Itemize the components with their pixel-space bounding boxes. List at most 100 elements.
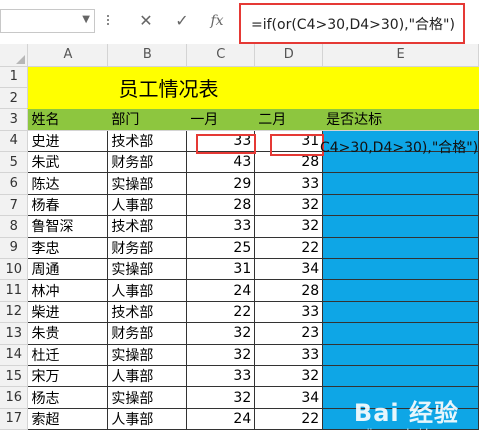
chevron-down-icon[interactable]: ▼: [82, 14, 90, 25]
cell-jan[interactable]: 25: [186, 237, 256, 260]
row-header[interactable]: 2: [0, 87, 29, 110]
cell-result[interactable]: [322, 258, 479, 281]
cell-dept[interactable]: 人事部: [107, 365, 188, 388]
row-header[interactable]: 16: [0, 386, 29, 409]
cell-jan[interactable]: 32: [186, 344, 256, 366]
cell-jan[interactable]: 22: [186, 301, 256, 324]
cell-feb[interactable]: 32: [254, 365, 324, 388]
cell-name[interactable]: 史进: [27, 130, 109, 153]
header-cell-jan[interactable]: 一月: [186, 108, 256, 131]
cell-jan[interactable]: 33: [186, 215, 256, 238]
cell-name[interactable]: 索超: [27, 408, 109, 431]
cell-jan[interactable]: 32: [186, 386, 256, 409]
cell-result[interactable]: [322, 344, 479, 366]
cell-name[interactable]: 宋万: [27, 365, 109, 388]
row-header[interactable]: 15: [0, 365, 29, 388]
row-header[interactable]: 17: [0, 408, 29, 431]
table-row: 12 柴进 技术部 22 33: [0, 301, 479, 324]
cell-name[interactable]: 杜迁: [27, 344, 109, 366]
cell-feb[interactable]: 28: [254, 279, 324, 302]
cell-result[interactable]: [322, 279, 479, 302]
cell-name[interactable]: 杨春: [27, 194, 109, 217]
cell-feb[interactable]: 22: [254, 237, 324, 260]
cell-dept[interactable]: 财务部: [107, 322, 188, 345]
header-cell-dept[interactable]: 部门: [107, 108, 188, 131]
row-header[interactable]: 8: [0, 215, 29, 238]
row-header[interactable]: 12: [0, 301, 29, 324]
cell-name[interactable]: 朱武: [27, 151, 109, 174]
cell-jan[interactable]: 28: [186, 194, 256, 217]
row-header[interactable]: 1: [0, 66, 29, 88]
row-header[interactable]: 14: [0, 344, 29, 366]
cell-dept[interactable]: 技术部: [107, 301, 188, 324]
cell-feb[interactable]: 22: [254, 408, 324, 431]
sheet-title[interactable]: 员工情况表: [27, 66, 479, 110]
cell-dept[interactable]: 实操部: [107, 258, 188, 281]
cell-result[interactable]: [322, 365, 479, 388]
header-cell-name[interactable]: 姓名: [27, 108, 109, 131]
cell-feb[interactable]: 34: [254, 258, 324, 281]
cell-name[interactable]: 周通: [27, 258, 109, 281]
cell-name[interactable]: 杨志: [27, 386, 109, 409]
cell-name[interactable]: 林冲: [27, 279, 109, 302]
column-header-b[interactable]: B: [107, 44, 188, 67]
row-header[interactable]: 4: [0, 130, 29, 153]
cell-name[interactable]: 朱贵: [27, 322, 109, 345]
cell-name[interactable]: 鲁智深: [27, 215, 109, 238]
cell-result[interactable]: [322, 194, 479, 217]
row-header[interactable]: 11: [0, 279, 29, 302]
row-header[interactable]: 9: [0, 237, 29, 260]
cell-jan[interactable]: 43: [186, 151, 256, 174]
cell-jan[interactable]: 32: [186, 322, 256, 345]
row-header[interactable]: 13: [0, 322, 29, 345]
cell-jan[interactable]: 24: [186, 408, 256, 431]
check-icon[interactable]: ✓: [170, 9, 194, 33]
select-all-corner[interactable]: [0, 44, 29, 67]
cell-result[interactable]: [322, 301, 479, 324]
cell-name[interactable]: 李忠: [27, 237, 109, 260]
cell-jan[interactable]: 24: [186, 279, 256, 302]
column-header-c[interactable]: C: [186, 44, 256, 67]
row-header[interactable]: 3: [0, 108, 29, 131]
cell-feb[interactable]: 32: [254, 215, 324, 238]
cell-feb[interactable]: 32: [254, 194, 324, 217]
cell-result[interactable]: [322, 172, 479, 195]
cell-feb[interactable]: 33: [254, 301, 324, 324]
cell-jan[interactable]: 33: [186, 365, 256, 388]
row-header[interactable]: 5: [0, 151, 29, 174]
cell-feb[interactable]: 34: [254, 386, 324, 409]
cell-jan[interactable]: 29: [186, 172, 256, 195]
cell-dept[interactable]: 财务部: [107, 151, 188, 174]
cell-feb[interactable]: 33: [254, 172, 324, 195]
cell-result[interactable]: [322, 215, 479, 238]
cell-dept[interactable]: 人事部: [107, 194, 188, 217]
cell-dept[interactable]: 实操部: [107, 172, 188, 195]
row-header[interactable]: 7: [0, 194, 29, 217]
row-header[interactable]: 10: [0, 258, 29, 281]
formula-input[interactable]: =if(or(C4>30,D4>30),"合格"): [239, 3, 465, 44]
header-cell-result[interactable]: 是否达标: [322, 108, 479, 131]
cell-name[interactable]: 柴进: [27, 301, 109, 324]
cell-result[interactable]: [322, 237, 479, 260]
cell-dept[interactable]: 人事部: [107, 279, 188, 302]
cell-dept[interactable]: 技术部: [107, 130, 188, 153]
cell-dept[interactable]: 实操部: [107, 344, 188, 366]
cell-dept[interactable]: 技术部: [107, 215, 188, 238]
name-box[interactable]: ▼: [0, 9, 95, 33]
cell-dept[interactable]: 财务部: [107, 237, 188, 260]
column-header-d[interactable]: D: [254, 44, 324, 67]
header-cell-feb[interactable]: 二月: [254, 108, 324, 131]
close-icon[interactable]: ✕: [134, 9, 158, 33]
cell-dept[interactable]: 实操部: [107, 386, 188, 409]
drag-handle-icon[interactable]: [107, 13, 111, 27]
row-header[interactable]: 6: [0, 172, 29, 195]
column-header-a[interactable]: A: [27, 44, 109, 67]
cell-dept[interactable]: 人事部: [107, 408, 188, 431]
cell-feb[interactable]: 33: [254, 344, 324, 366]
cell-name[interactable]: 陈达: [27, 172, 109, 195]
column-header-e[interactable]: E: [322, 44, 479, 67]
fx-icon[interactable]: fx: [205, 9, 229, 33]
cell-result[interactable]: [322, 322, 479, 345]
cell-jan[interactable]: 31: [186, 258, 256, 281]
cell-feb[interactable]: 23: [254, 322, 324, 345]
